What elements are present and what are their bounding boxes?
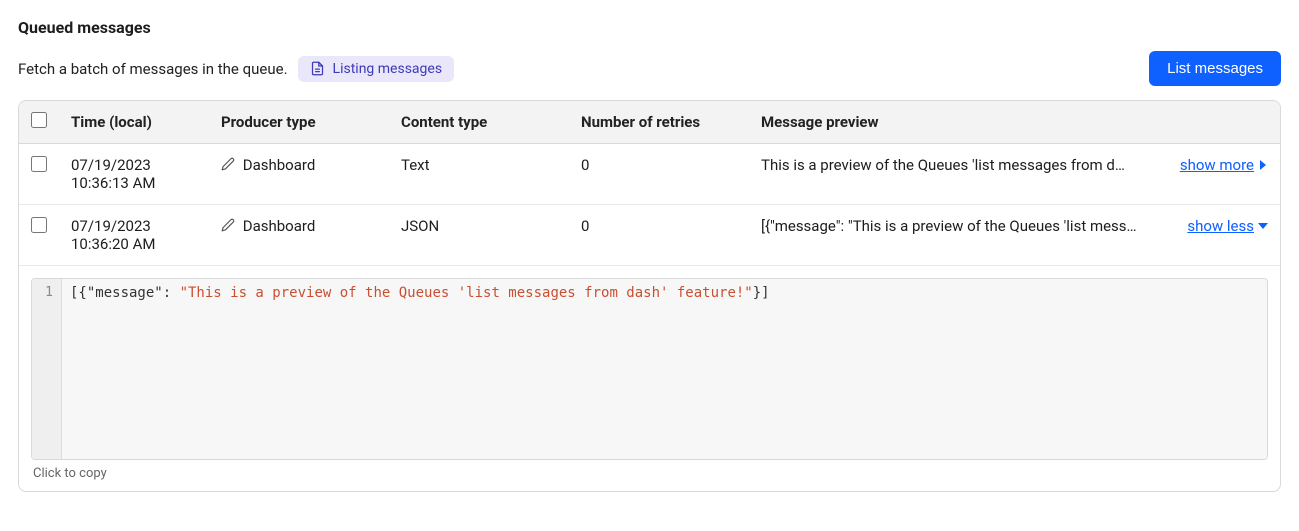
row-date: 07/19/2023	[71, 156, 197, 174]
column-header-retries: Number of retries	[569, 101, 749, 144]
row-checkbox[interactable]	[31, 156, 47, 172]
messages-table-card: Time (local) Producer type Content type …	[18, 100, 1281, 492]
toggle-label: show less	[1187, 217, 1254, 235]
row-preview: [{"message": "This is a preview of the Q…	[761, 217, 1161, 235]
table-row: 07/19/2023 10:36:20 AM Dashboard JSON 0 …	[19, 205, 1280, 266]
toggle-label: show more	[1180, 156, 1254, 174]
row-time: 10:36:13 AM	[71, 174, 197, 192]
select-all-header	[19, 101, 59, 144]
column-header-time: Time (local)	[59, 101, 209, 144]
chevron-right-icon	[1258, 160, 1268, 170]
row-content-type: Text	[389, 144, 569, 205]
section-title: Queued messages	[18, 18, 1281, 37]
code-viewer[interactable]: 1 [{"message": "This is a preview of the…	[31, 278, 1268, 460]
line-gutter: 1	[32, 279, 62, 459]
doc-icon	[310, 61, 325, 76]
show-less-link[interactable]: show less	[1187, 217, 1268, 235]
row-checkbox[interactable]	[31, 217, 47, 233]
column-header-preview: Message preview	[749, 101, 1280, 144]
row-content-type: JSON	[389, 205, 569, 266]
pencil-icon	[221, 218, 235, 232]
section-description: Fetch a batch of messages in the queue.	[18, 60, 288, 78]
row-time: 10:36:20 AM	[71, 235, 197, 253]
pencil-icon	[221, 157, 235, 171]
row-retries: 0	[569, 144, 749, 205]
listing-messages-chip[interactable]: Listing messages	[298, 56, 455, 82]
list-messages-button[interactable]: List messages	[1149, 51, 1281, 86]
row-date: 07/19/2023	[71, 217, 197, 235]
column-header-producer: Producer type	[209, 101, 389, 144]
select-all-checkbox[interactable]	[31, 112, 47, 128]
expanded-row: 1 [{"message": "This is a preview of the…	[19, 266, 1280, 492]
row-producer: Dashboard	[243, 217, 316, 235]
code-content: [{"message": "This is a preview of the Q…	[62, 279, 1267, 459]
column-header-content: Content type	[389, 101, 569, 144]
chevron-down-icon	[1258, 221, 1268, 231]
table-row: 07/19/2023 10:36:13 AM Dashboard Text 0 …	[19, 144, 1280, 205]
row-preview: This is a preview of the Queues 'list me…	[761, 156, 1161, 174]
copy-hint: Click to copy	[31, 460, 1268, 481]
show-more-link[interactable]: show more	[1180, 156, 1268, 174]
chip-label: Listing messages	[333, 61, 443, 77]
row-producer: Dashboard	[243, 156, 316, 174]
row-retries: 0	[569, 205, 749, 266]
